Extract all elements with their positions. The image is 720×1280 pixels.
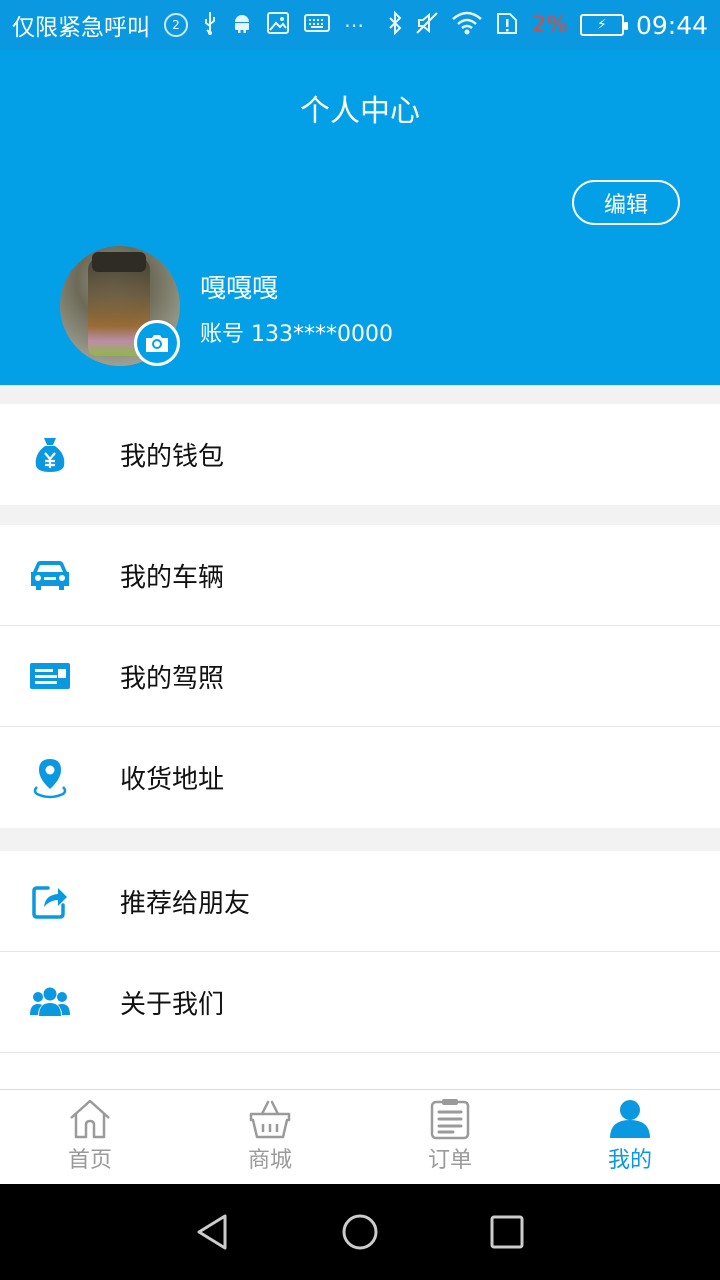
home-circle-icon[interactable] [340, 1212, 380, 1252]
wifi-icon [451, 11, 483, 40]
menu-group-vehicle: 我的车辆 我的驾照 收货地址 [0, 525, 720, 828]
menu-group-social: 推荐给朋友 关于我们 [0, 851, 720, 1089]
nav-tab-mine[interactable]: 我的 [540, 1090, 720, 1184]
menu-group-wallet: 我的钱包 [0, 404, 720, 505]
avatar-image-lid [92, 252, 146, 272]
more-icon: ⋯ [344, 13, 364, 37]
battery-percent: 2% [531, 12, 568, 38]
menu-label-wallet: 我的钱包 [120, 442, 225, 472]
menu-label-license: 我的驾照 [120, 663, 225, 694]
menu-item-about[interactable]: 关于我们 [0, 952, 720, 1053]
license-icon [0, 626, 120, 726]
user-account: 账号 133****0000 [200, 322, 393, 347]
system-nav-bar [0, 1184, 720, 1280]
menu-label-vehicle: 我的车辆 [120, 562, 225, 593]
back-icon[interactable] [193, 1212, 233, 1252]
carrier-text: 仅限紧急呼叫 [12, 15, 150, 41]
bottom-nav: 首页 商城 订单 我的 [0, 1089, 720, 1184]
nav-tab-home[interactable]: 首页 [0, 1090, 180, 1184]
android-icon [232, 12, 252, 39]
menu-item-license[interactable]: 我的驾照 [0, 626, 720, 727]
page-title: 个人中心 [300, 94, 420, 129]
person-icon [610, 1100, 650, 1138]
home-icon [70, 1099, 110, 1139]
user-name: 嘎嘎嘎 [200, 274, 279, 304]
nav-label-home: 首页 [67, 1148, 112, 1173]
nav-tab-mall[interactable]: 商城 [180, 1090, 360, 1184]
share-icon [0, 851, 120, 951]
sim-alert-icon [495, 11, 519, 40]
bluetooth-icon [387, 10, 403, 40]
image-icon [266, 11, 290, 40]
menu-item-share[interactable]: 推荐给朋友 [0, 851, 720, 952]
camera-icon[interactable] [134, 320, 180, 366]
nav-label-orders: 订单 [427, 1148, 472, 1173]
nav-label-mall: 商城 [247, 1148, 292, 1173]
mute-icon [415, 11, 439, 40]
menu-item-partial[interactable] [0, 1053, 720, 1089]
basket-icon [249, 1100, 291, 1139]
menu-item-wallet[interactable]: 我的钱包 [0, 404, 720, 505]
notification-count-badge: 2 [164, 13, 188, 37]
clock: 09:44 [635, 10, 708, 40]
nav-label-mine: 我的 [607, 1148, 652, 1173]
status-bar: 仅限紧急呼叫 2 ⋯ 2% ⚡ 09:44 [0, 0, 720, 50]
edit-button[interactable]: 编辑 [572, 180, 680, 225]
group-icon [0, 952, 120, 1052]
menu-label-share: 推荐给朋友 [120, 888, 251, 919]
car-icon [0, 525, 120, 625]
wallet-icon [0, 404, 120, 505]
nav-tab-orders[interactable]: 订单 [360, 1090, 540, 1184]
usb-icon [202, 11, 218, 40]
partial-icon [0, 1053, 120, 1089]
profile-header: 个人中心 编辑 嘎嘎嘎 账号 133****0000 [0, 50, 720, 385]
battery-charging-icon: ⚡ [579, 14, 628, 36]
recents-icon[interactable] [487, 1212, 527, 1252]
menu-item-address[interactable]: 收货地址 [0, 727, 720, 828]
menu-label-about: 关于我们 [120, 989, 225, 1020]
clipboard-icon [430, 1099, 470, 1140]
menu-label-address: 收货地址 [120, 765, 225, 795]
location-icon [0, 727, 120, 828]
menu-item-vehicle[interactable]: 我的车辆 [0, 525, 720, 626]
keyboard-icon [304, 13, 330, 37]
